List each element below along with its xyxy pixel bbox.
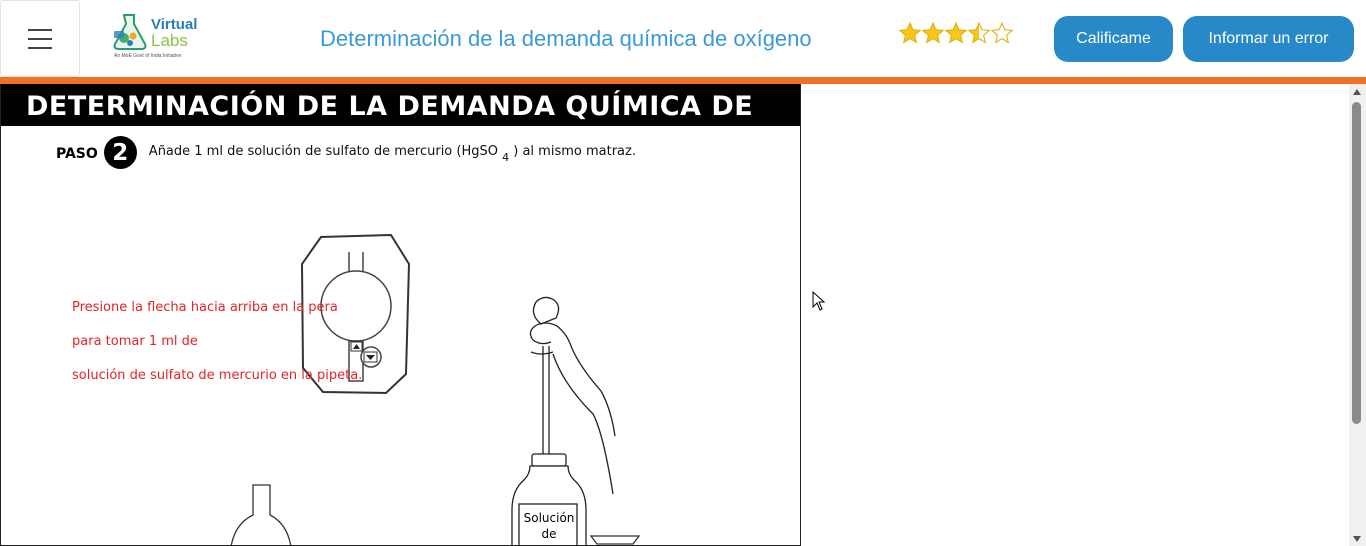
menu-button[interactable]	[0, 0, 80, 77]
conical-flask	[230, 484, 292, 545]
star-icon-half	[968, 22, 990, 43]
instruction-line-1: Presione la flecha hacia arriba en la pe…	[72, 300, 338, 315]
header-accent-bar	[0, 77, 1366, 84]
hamburger-icon	[28, 28, 52, 31]
scroll-down-arrow-icon[interactable]	[1352, 535, 1362, 543]
scroll-up-arrow-icon[interactable]	[1352, 88, 1362, 96]
bottle-label-line-1: Solución	[523, 511, 575, 525]
star-icon-full	[899, 22, 921, 43]
simulation-frame: DETERMINACIÓN DE LA DEMANDA QUÍMICA DE P…	[0, 84, 801, 546]
rating-stars[interactable]	[898, 19, 1014, 47]
report-error-button[interactable]: Informar un error	[1183, 16, 1354, 62]
instruction-line-3: solución de sulfato de mercurio en la pi…	[72, 368, 363, 383]
star-icon-full	[922, 22, 944, 43]
page-title: Determinación de la demanda química de o…	[320, 26, 812, 51]
scrollbar-thumb[interactable]	[1352, 102, 1361, 424]
bottle-label-line-2: de	[541, 527, 557, 541]
logo-word-labs: Labs	[151, 31, 188, 50]
star-icon-empty	[991, 22, 1013, 43]
pipette-bulb-down-arrow[interactable]	[363, 351, 378, 363]
logo-tagline: An MoE Govt of India Initiative	[114, 53, 182, 59]
star-icon-full	[945, 22, 967, 43]
hamburger-icon-line	[28, 46, 52, 49]
virtual-labs-logo[interactable]: Virtual Labs An MoE Govt of India Initia…	[110, 13, 200, 63]
hamburger-icon-line	[28, 37, 52, 40]
mouse-cursor-icon	[812, 291, 826, 311]
flask-logo-icon	[113, 14, 147, 50]
funnel-stand	[589, 535, 641, 545]
pipette-bulb-up-arrow[interactable]	[350, 341, 363, 352]
lab-apparatus-drawing	[230, 233, 641, 545]
instruction-line-2: para tomar 1 ml de	[72, 334, 198, 349]
top-header: Virtual Labs An MoE Govt of India Initia…	[0, 0, 1366, 77]
bottle-label: Solución de	[519, 510, 579, 542]
rate-button[interactable]: Calificame	[1054, 16, 1173, 62]
blank-content-panel	[801, 84, 1349, 546]
